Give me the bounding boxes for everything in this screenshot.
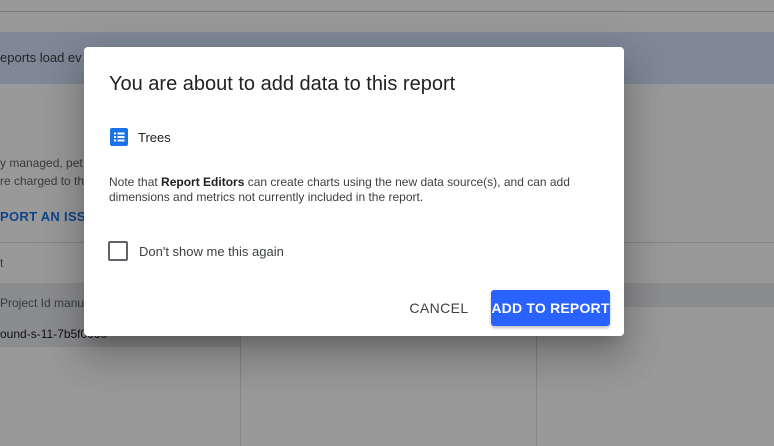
list-icon [110,128,128,146]
cancel-button[interactable]: CANCEL [402,290,476,326]
note-prefix: Note that [109,175,162,189]
add-data-dialog: You are about to add data to this report… [84,47,624,336]
dont-show-again-checkbox[interactable] [108,241,128,261]
add-to-report-button[interactable]: ADD TO REPORT [491,290,610,326]
data-source-item: Trees [110,127,171,147]
note-emphasis: Report Editors [161,175,245,189]
data-source-name: Trees [138,129,171,145]
dont-show-again-label[interactable]: Don't show me this again [139,244,284,259]
dont-show-again-option[interactable]: Don't show me this again [108,241,284,261]
dialog-title: You are about to add data to this report [109,73,456,95]
editor-note: Note that Report Editors can create char… [109,175,609,205]
